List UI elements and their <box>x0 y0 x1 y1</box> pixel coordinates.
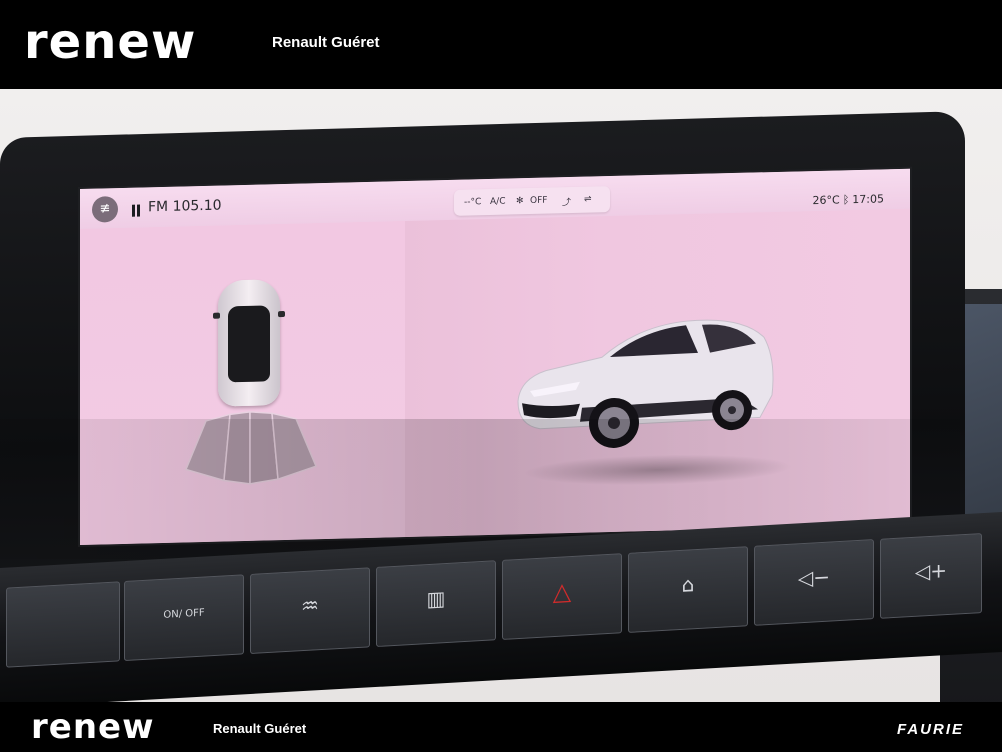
front-defrost-button[interactable]: ♒ <box>250 567 370 655</box>
pause-icon[interactable] <box>132 201 142 217</box>
climate-fan: OFF <box>530 195 548 207</box>
front-defrost-icon: ♒ <box>301 593 319 619</box>
car-interior-photo: ≢ FM 105.10 --°C A/C ✻ OFF ⤴ ⇌ 26°C ᛒ 17:0… <box>0 89 1002 702</box>
climate-status[interactable]: --°C A/C ✻ OFF ⤴ ⇌ <box>454 186 610 216</box>
vehicle-view-panel <box>405 208 910 538</box>
temp-time: 26°C ᛒ 17:05 <box>810 192 885 207</box>
rear-sensor-zones <box>184 410 318 485</box>
outside-temp: 26°C <box>812 193 840 208</box>
dealer-name-footer: Renault Guéret <box>213 721 307 736</box>
renew-logo: renew <box>24 14 197 70</box>
home-button[interactable]: ⌂ <box>628 546 748 633</box>
header-bar: renew Renault Guéret <box>0 0 1002 89</box>
infotainment-screen: ≢ FM 105.10 --°C A/C ✻ OFF ⤴ ⇌ 26°C ᛒ 17:0… <box>80 168 910 545</box>
fan-power-button[interactable]: ON/ OFF <box>124 574 244 662</box>
volume-up-button[interactable]: ◁+ <box>880 533 982 619</box>
renew-logo-footer: renew <box>31 707 155 747</box>
dealer-name: Renault Guéret <box>272 34 380 51</box>
seat-icon: ⤴ <box>562 197 572 209</box>
volume-down-button[interactable]: ◁− <box>754 539 874 626</box>
recirculation-icon: ⇌ <box>584 194 592 205</box>
volume-down-icon: ◁− <box>797 564 831 591</box>
blank-button <box>6 581 120 668</box>
vehicle-3d-render <box>517 319 774 448</box>
climate-ac: A/C <box>490 196 506 207</box>
volume-up-icon: ◁+ <box>914 558 948 584</box>
fog-light-icon[interactable]: ≢ <box>92 196 118 223</box>
climate-temp: --°C <box>464 197 482 208</box>
parking-sensor-panel <box>80 221 405 545</box>
hazard-icon: △ <box>552 577 572 607</box>
rear-defrost-button[interactable]: ▥ <box>376 560 496 647</box>
faurie-logo: FAURIE <box>896 721 964 738</box>
footer-bar: renew Renault Guéret FAURIE <box>0 702 1002 752</box>
home-icon: ⌂ <box>681 572 695 597</box>
fan-icon: ✻ <box>516 196 524 207</box>
top-view-car-icon <box>213 279 285 407</box>
bluetooth-icon: ᛒ <box>842 193 850 207</box>
clock: 17:05 <box>852 192 884 207</box>
fan-power-icon: ON/ OFF <box>163 607 205 621</box>
hazard-button[interactable]: △ <box>502 553 622 640</box>
rear-defrost-icon: ▥ <box>426 586 446 612</box>
radio-station[interactable]: FM 105.10 <box>148 198 222 216</box>
